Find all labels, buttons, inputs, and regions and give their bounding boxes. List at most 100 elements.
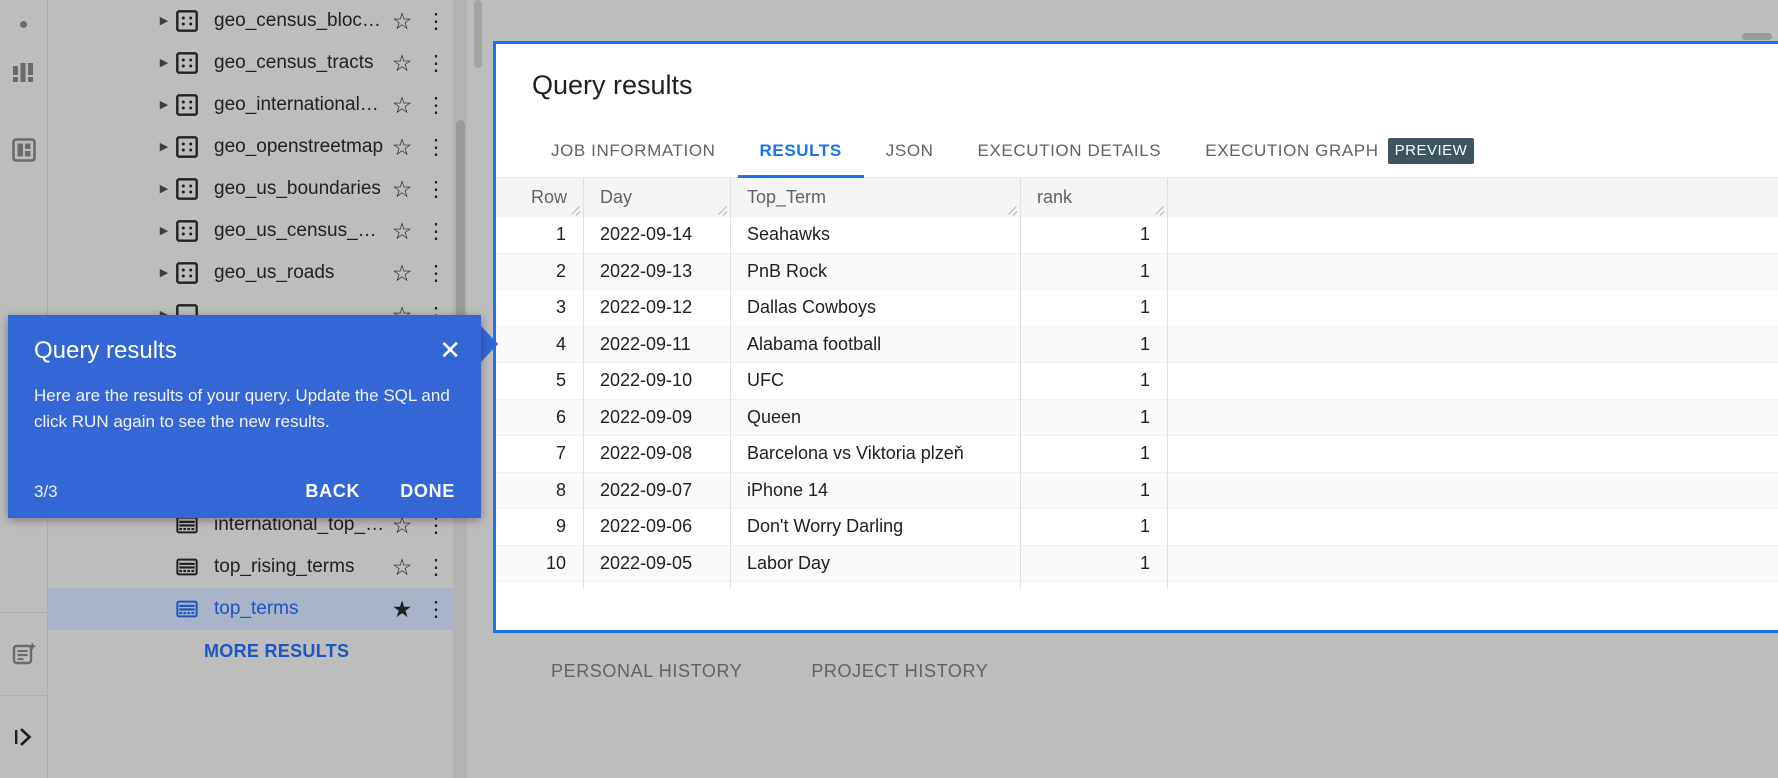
star-outline-icon[interactable]: ☆ <box>385 8 419 35</box>
table-cell-filler <box>1168 217 1778 254</box>
status-badge: PREVIEW <box>1388 138 1475 164</box>
column-resize-handle[interactable] <box>716 203 728 215</box>
tree-item-label: top_terms <box>210 598 385 620</box>
chevron-right-icon[interactable]: ▶ <box>152 226 176 237</box>
table-cell-rank: 1 <box>1021 254 1168 291</box>
row-menu-icon[interactable]: ⋮ <box>419 11 453 32</box>
table-cell-day: 2022-09-09 <box>584 400 731 437</box>
star-outline-icon[interactable]: ☆ <box>385 176 419 203</box>
table-grid-icon <box>176 94 210 116</box>
top-scrollbar-thumb[interactable] <box>1742 33 1772 40</box>
note-sparkle-icon <box>10 640 38 668</box>
tab-json[interactable]: JSON <box>864 124 956 177</box>
query-notes-button[interactable] <box>0 613 48 695</box>
star-filled-icon[interactable]: ★ <box>385 596 419 623</box>
column-header-label: Top_Term <box>731 187 826 208</box>
bigquery-console: ▶ geo_census_blockgrou… ☆ ⋮ ▶ geo_census… <box>0 0 1778 778</box>
tree-item-label: geo_us_roads <box>210 262 385 284</box>
table-row[interactable]: 82022-09-07iPhone 141 <box>496 473 1778 510</box>
table-cell-rank: 1 <box>1021 363 1168 400</box>
column-header-row[interactable]: Row <box>496 178 584 217</box>
tree-row[interactable]: ▶ geo_us_census_places ☆ ⋮ <box>48 210 467 252</box>
table-row[interactable]: 72022-09-08Barcelona vs Viktoria plzeň1 <box>496 436 1778 473</box>
tree-row[interactable]: top_rising_terms ☆ ⋮ <box>48 546 467 588</box>
sidebar-item-top-terms[interactable]: top_terms ★ ⋮ <box>48 588 467 630</box>
chevron-right-icon[interactable]: ▶ <box>152 100 176 111</box>
table-cell-filler <box>1168 473 1778 510</box>
tree-item-label: geo_us_boundaries <box>210 178 385 200</box>
table-row[interactable]: 32022-09-12Dallas Cowboys1 <box>496 290 1778 327</box>
page-title: Query results <box>496 44 1778 101</box>
done-button[interactable]: DONE <box>400 481 455 502</box>
horizontal-scrollbar-thumb[interactable] <box>474 0 482 68</box>
column-resize-handle[interactable] <box>569 203 581 215</box>
star-outline-icon[interactable]: ☆ <box>385 218 419 245</box>
column-header-top-term[interactable]: Top_Term <box>731 178 1021 217</box>
tree-row[interactable]: ▶ geo_openstreetmap ☆ ⋮ <box>48 126 467 168</box>
tree-row[interactable]: ▶ geo_census_tracts ☆ ⋮ <box>48 42 467 84</box>
table-row[interactable]: 52022-09-10UFC1 <box>496 363 1778 400</box>
tree-item-label: geo_census_tracts <box>210 52 385 74</box>
row-menu-icon[interactable]: ⋮ <box>419 557 453 578</box>
row-menu-icon[interactable]: ⋮ <box>419 179 453 200</box>
tree-row[interactable]: ▶ geo_us_boundaries ☆ ⋮ <box>48 168 467 210</box>
tree-item-label: geo_us_census_places <box>210 220 385 242</box>
row-menu-icon[interactable]: ⋮ <box>419 95 453 116</box>
table-row[interactable]: 22022-09-13PnB Rock1 <box>496 254 1778 291</box>
column-resize-handle[interactable] <box>1006 203 1018 215</box>
table-cell-filler <box>1168 363 1778 400</box>
table-body[interactable]: 12022-09-14Seahawks122022-09-13PnB Rock1… <box>496 217 1778 589</box>
table-grid-icon <box>176 262 210 284</box>
table-row[interactable]: 112022-09-04Ohio State Football1 <box>496 582 1778 589</box>
results-table: Row Day Top_Term rank 12022-09-14Seahawk <box>496 178 1778 589</box>
tree-row[interactable]: ▶ geo_us_roads ☆ ⋮ <box>48 252 467 294</box>
chevron-right-icon[interactable]: ▶ <box>152 268 176 279</box>
tab-personal-history[interactable]: PERSONAL HISTORY <box>533 651 760 692</box>
column-resize-handle[interactable] <box>1153 203 1165 215</box>
row-menu-icon[interactable]: ⋮ <box>419 137 453 158</box>
analytics-hub-button[interactable] <box>0 48 48 96</box>
table-cell-rank: 1 <box>1021 546 1168 583</box>
tab-execution-details[interactable]: EXECUTION DETAILS <box>956 124 1184 177</box>
column-header-filler <box>1168 178 1778 217</box>
close-icon[interactable]: ✕ <box>439 337 461 363</box>
table-row[interactable]: 102022-09-05Labor Day1 <box>496 546 1778 583</box>
column-header-day[interactable]: Day <box>584 178 731 217</box>
more-results-button[interactable]: MORE RESULTS <box>48 630 467 672</box>
table-rows-icon <box>176 556 210 578</box>
star-outline-icon[interactable]: ☆ <box>385 50 419 77</box>
tab-job-information[interactable]: JOB INFORMATION <box>529 124 738 177</box>
table-row[interactable]: 92022-09-06Don't Worry Darling1 <box>496 509 1778 546</box>
star-outline-icon[interactable]: ☆ <box>385 554 419 581</box>
tree-row[interactable]: ▶ geo_international_ports ☆ ⋮ <box>48 84 467 126</box>
column-header-rank[interactable]: rank <box>1021 178 1168 217</box>
row-menu-icon[interactable]: ⋮ <box>419 53 453 74</box>
tree-row[interactable]: ▶ geo_census_blockgrou… ☆ ⋮ <box>48 0 467 42</box>
tooltip-body: Here are the results of your query. Upda… <box>8 365 481 436</box>
chevron-right-icon[interactable]: ▶ <box>152 184 176 195</box>
table-cell-day: 2022-09-06 <box>584 509 731 546</box>
table-row[interactable]: 42022-09-11Alabama football1 <box>496 327 1778 364</box>
star-outline-icon[interactable]: ☆ <box>385 134 419 161</box>
row-menu-icon[interactable]: ⋮ <box>419 263 453 284</box>
overflow-dot-button[interactable] <box>0 0 48 48</box>
chevron-right-icon[interactable]: ▶ <box>152 58 176 69</box>
star-outline-icon[interactable]: ☆ <box>385 260 419 287</box>
tab-project-history[interactable]: PROJECT HISTORY <box>793 651 1006 692</box>
star-outline-icon[interactable]: ☆ <box>385 92 419 119</box>
table-cell-row: 5 <box>496 363 584 400</box>
expand-panel-button[interactable] <box>0 696 48 778</box>
row-menu-icon[interactable]: ⋮ <box>419 221 453 242</box>
table-row[interactable]: 62022-09-09Queen1 <box>496 400 1778 437</box>
back-button[interactable]: BACK <box>305 481 360 502</box>
row-menu-icon[interactable]: ⋮ <box>419 599 453 620</box>
tab-results[interactable]: RESULTS <box>738 124 864 177</box>
data-canvas-button[interactable] <box>0 126 48 174</box>
table-cell-filler <box>1168 436 1778 473</box>
tab-execution-graph[interactable]: EXECUTION GRAPH PREVIEW <box>1183 124 1496 177</box>
chevron-right-icon[interactable]: ▶ <box>152 16 176 27</box>
table-row[interactable]: 12022-09-14Seahawks1 <box>496 217 1778 254</box>
chevron-right-icon[interactable]: ▶ <box>152 142 176 153</box>
table-cell-day: 2022-09-11 <box>584 327 731 364</box>
table-cell-top_term: Queen <box>731 400 1021 437</box>
